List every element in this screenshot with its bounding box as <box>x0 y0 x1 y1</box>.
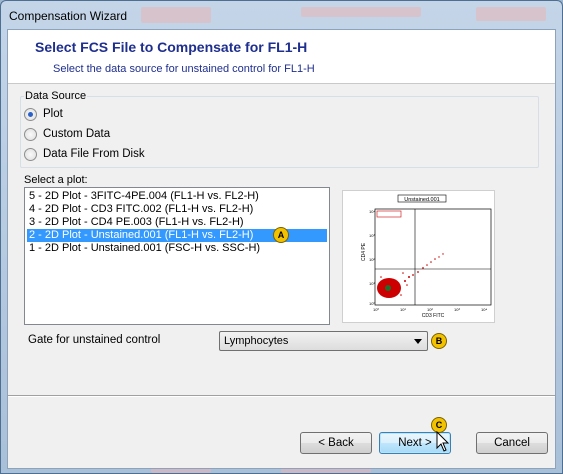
radio-button[interactable] <box>24 127 37 141</box>
data-source-label: Data Source <box>24 90 88 102</box>
radio-plot[interactable]: Plot <box>24 106 63 122</box>
svg-text:10³: 10³ <box>454 307 460 312</box>
svg-text:10³: 10³ <box>369 233 375 238</box>
page-title: Select FCS File to Compensate for FL1-H <box>35 39 308 55</box>
gate-dropdown-value: Lymphocytes <box>224 335 289 347</box>
svg-text:10⁰: 10⁰ <box>373 307 379 312</box>
radio-label: Plot <box>43 108 63 120</box>
background-blur <box>476 7 546 21</box>
list-item[interactable]: 1 - 2D Plot - Unstained.001 (FSC-H vs. S… <box>27 242 327 255</box>
wizard-header: Select FCS File to Compensate for FL1-H … <box>8 30 555 84</box>
cancel-button[interactable]: Cancel <box>476 432 548 454</box>
compensation-wizard-window: Compensation Wizard Select FCS File to C… <box>0 0 563 474</box>
back-button[interactable]: < Back <box>300 432 372 454</box>
plot-listbox[interactable]: 5 - 2D Plot - 3FITC-4PE.004 (FL1-H vs. F… <box>24 187 330 325</box>
svg-text:10⁰: 10⁰ <box>369 301 375 306</box>
background-blur <box>141 7 211 23</box>
svg-text:10²: 10² <box>369 257 375 262</box>
list-item[interactable]: 5 - 2D Plot - 3FITC-4PE.004 (FL1-H vs. F… <box>27 190 327 203</box>
radio-button-checked[interactable] <box>24 107 37 121</box>
callout-badge-b: B <box>431 333 447 349</box>
svg-text:10²: 10² <box>427 307 433 312</box>
list-item[interactable]: 4 - 2D Plot - CD3 FITC.002 (FL1-H vs. FL… <box>27 203 327 216</box>
svg-text:10⁴: 10⁴ <box>481 307 487 312</box>
svg-text:10⁴: 10⁴ <box>369 209 375 214</box>
radio-button[interactable] <box>24 147 37 161</box>
back-button-label: Back <box>328 437 354 449</box>
radio-data-file-from-disk[interactable]: Data File From Disk <box>24 146 145 162</box>
window-title: Compensation Wizard <box>9 9 128 23</box>
mouse-cursor-icon <box>436 431 450 452</box>
gate-label: Gate for unstained control <box>28 334 161 346</box>
radio-label: Data File From Disk <box>43 148 145 160</box>
radio-custom-data[interactable]: Custom Data <box>24 126 110 142</box>
separator <box>8 395 555 397</box>
page-subtitle: Select the data source for unstained con… <box>53 63 315 75</box>
wizard-client-area: Select FCS File to Compensate for FL1-H … <box>7 29 556 469</box>
cancel-button-label: Cancel <box>494 437 530 449</box>
radio-label: Custom Data <box>43 128 111 140</box>
next-button-label: Next <box>398 437 422 449</box>
preview-title: Unstained.001 <box>404 197 439 203</box>
chevron-down-icon[interactable] <box>414 339 422 344</box>
background-blur <box>301 7 421 17</box>
svg-text:10¹: 10¹ <box>369 281 375 286</box>
scatter-plot-thumbnail: Unstained.001 CD4 PE CD3 FITC 10⁴10³10²1… <box>361 194 492 319</box>
select-plot-label: Select a plot: <box>24 174 88 186</box>
x-axis-label: CD3 FITC <box>422 313 445 319</box>
svg-text:10¹: 10¹ <box>400 307 406 312</box>
y-axis-label: CD4 PE <box>361 242 367 261</box>
callout-badge-a: A <box>273 227 289 243</box>
gate-dropdown[interactable]: Lymphocytes <box>219 331 428 351</box>
plot-preview: Unstained.001 CD4 PE CD3 FITC 10⁴10³10 <box>342 190 495 323</box>
